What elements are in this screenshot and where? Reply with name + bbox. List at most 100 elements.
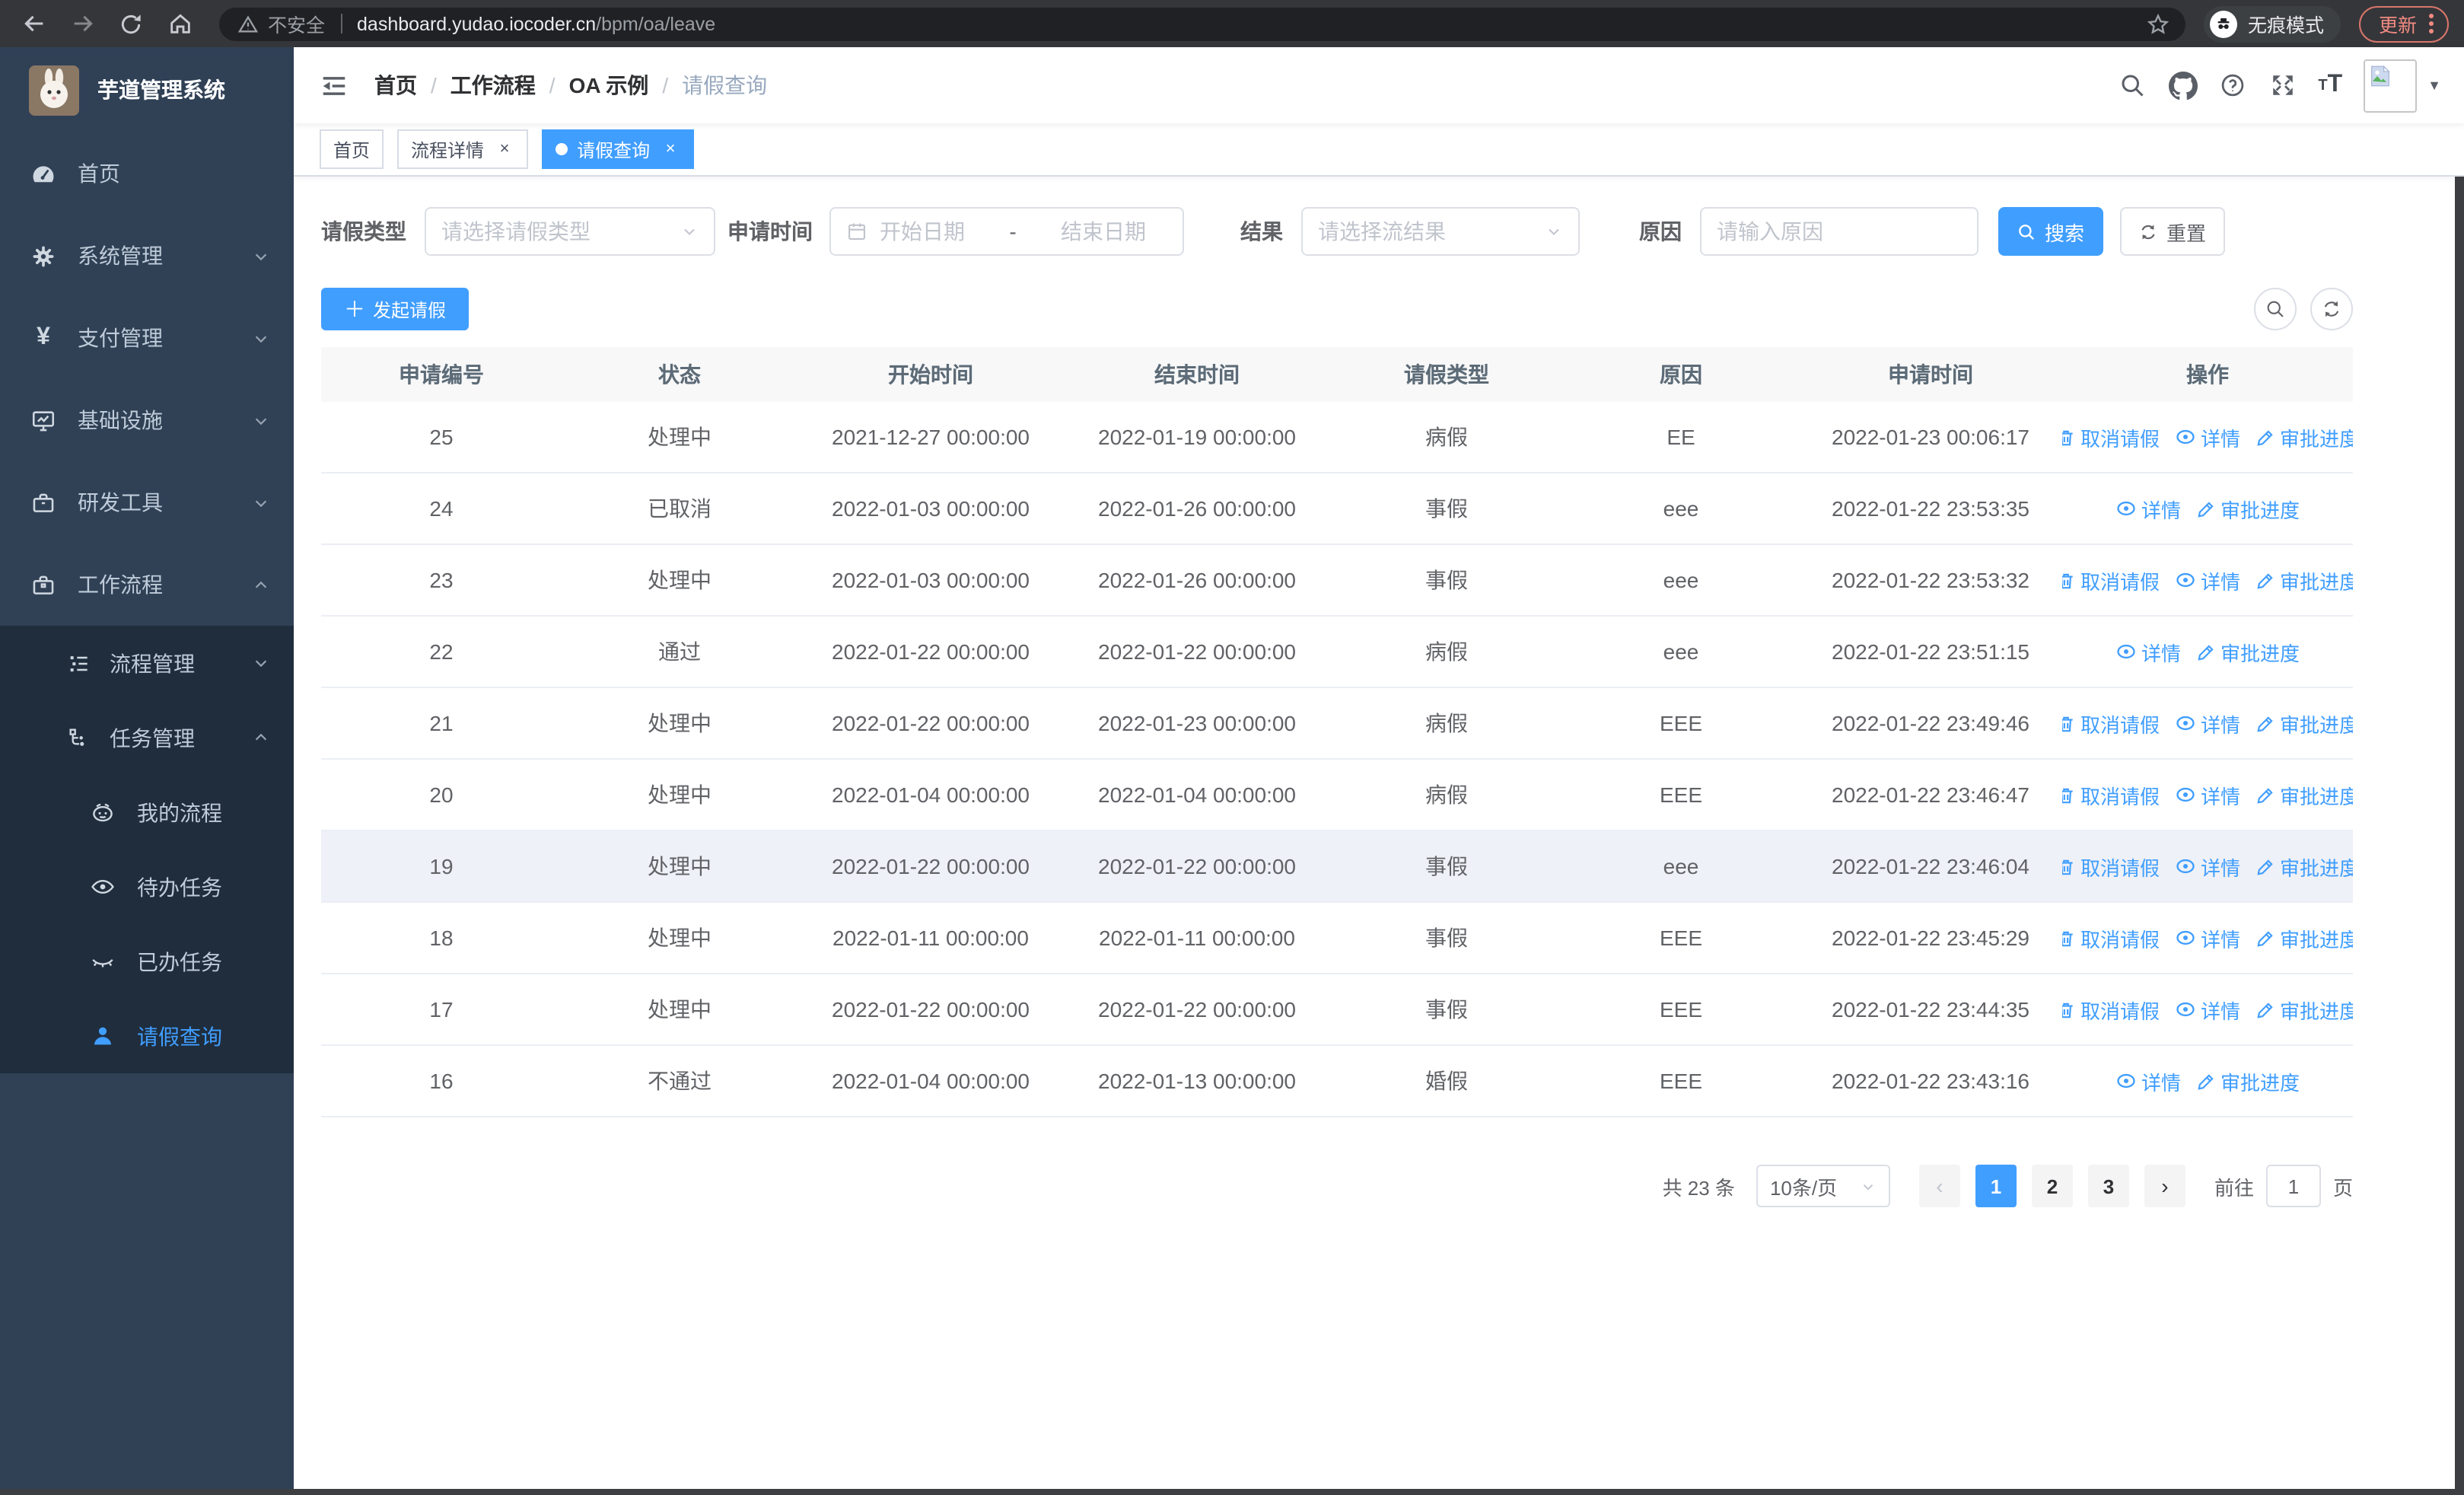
avatar-caret-icon[interactable]: ▼ [2427,78,2441,93]
col-header-status: 状态 [658,362,701,387]
progress-link[interactable]: 审批进度 [2255,780,2353,809]
chevron-down-icon [1860,1178,1877,1194]
view-icon [2175,784,2196,805]
delete-icon [2062,928,2076,948]
browser-back-icon[interactable] [18,8,49,39]
browser-menu-icon[interactable] [2429,14,2434,33]
cancel-leave-link[interactable]: 取消请假 [2062,923,2160,952]
page-button-2[interactable]: 2 [2031,1165,2073,1207]
result-select[interactable]: 请选择流结果 [1301,207,1580,256]
sidebar-item-devtools[interactable]: 研发工具 [0,461,294,543]
browser-home-icon[interactable] [164,8,195,39]
table-cell: 2022-01-03 00:00:00 [832,496,1030,521]
table-cell: 2022-01-22 00:00:00 [832,639,1030,664]
goto-page-input[interactable] [2265,1165,2321,1207]
browser-forward-icon[interactable] [67,8,97,39]
detail-link[interactable]: 详情 [2175,995,2240,1024]
progress-link[interactable]: 审批进度 [2255,995,2353,1024]
progress-link[interactable]: 审批进度 [2196,494,2300,523]
breadcrumb-workflow[interactable]: 工作流程 [450,70,536,100]
bookmark-star-icon[interactable] [2146,11,2170,36]
cancel-leave-link[interactable]: 取消请假 [2062,709,2160,738]
progress-link[interactable]: 审批进度 [2255,566,2353,594]
breadcrumb-home[interactable]: 首页 [374,70,417,100]
sidebar-collapse-icon[interactable] [320,70,350,100]
table-cell: 2022-01-22 23:51:15 [1832,639,2029,664]
sidebar-item-payment[interactable]: ¥ 支付管理 [0,297,294,379]
progress-link[interactable]: 审批进度 [2255,422,2353,451]
cancel-leave-link[interactable]: 取消请假 [2062,566,2160,594]
page-button-1[interactable]: 1 [1975,1165,2017,1207]
detail-link[interactable]: 详情 [2175,709,2240,738]
tab-home[interactable]: 首页 [320,129,384,169]
cancel-leave-link[interactable]: 取消请假 [2062,780,2160,809]
security-warning-icon[interactable] [237,13,259,34]
github-icon[interactable] [2167,70,2198,100]
app-title: 芋道管理系统 [97,78,225,102]
progress-link[interactable]: 审批进度 [2255,923,2353,952]
table-cell: 2022-01-22 00:00:00 [832,854,1030,878]
update-label[interactable]: 更新 [2379,9,2417,38]
avatar[interactable] [2364,59,2418,112]
progress-link[interactable]: 审批进度 [2255,709,2353,738]
header-search-icon[interactable] [2117,70,2147,100]
cancel-leave-link[interactable]: 取消请假 [2062,852,2160,881]
detail-link[interactable]: 详情 [2175,852,2240,881]
app-logo-row[interactable]: 芋道管理系统 [0,47,294,132]
table-cell: 16 [429,1069,454,1093]
cancel-leave-link[interactable]: 取消请假 [2062,422,2160,451]
address-bar[interactable]: 不安全 dashboard.yudao.iocoder.cn/bpm/oa/le… [219,7,2185,40]
table-cell: 22 [429,639,454,664]
chevron-down-icon [253,330,269,346]
table-cell: 21 [429,711,454,735]
detail-link[interactable]: 详情 [2175,422,2240,451]
sidebar-item-process-management[interactable]: 流程管理 [0,626,294,700]
table-cell: 2022-01-04 00:00:00 [1098,783,1296,807]
sidebar-item-infrastructure[interactable]: 基础设施 [0,379,294,461]
help-icon[interactable] [2217,70,2248,100]
sidebar-item-leave-query[interactable]: 请假查询 [0,999,294,1073]
detail-link[interactable]: 详情 [2115,494,2181,523]
close-icon[interactable]: × [661,139,680,159]
sidebar-item-todo-tasks[interactable]: 待办任务 [0,850,294,924]
sidebar-item-workflow[interactable]: 工作流程 [0,543,294,626]
browser-update-button[interactable]: 更新 [2358,5,2449,42]
close-icon[interactable]: × [495,139,514,159]
sidebar-item-task-management[interactable]: 任务管理 [0,700,294,775]
create-leave-button[interactable]: ＋ 发起请假 [321,288,470,330]
detail-link[interactable]: 详情 [2175,780,2240,809]
detail-link[interactable]: 详情 [2115,637,2181,666]
hide-search-icon-button[interactable] [2254,288,2297,330]
page-button-3[interactable]: 3 [2087,1165,2129,1207]
sidebar-item-my-processes[interactable]: 我的流程 [0,775,294,850]
apply-time-range-picker[interactable]: 开始日期 - 结束日期 [829,207,1184,256]
fullscreen-icon[interactable] [2268,70,2298,100]
detail-link[interactable]: 详情 [2175,923,2240,952]
table-cell: 23 [429,568,454,592]
tab-leave-query[interactable]: 请假查询 × [542,129,695,169]
cancel-leave-link[interactable]: 取消请假 [2062,995,2160,1024]
next-page-button[interactable]: › [2144,1165,2185,1207]
search-button[interactable]: 搜索 [1998,207,2103,256]
refresh-table-button[interactable] [2310,288,2353,330]
detail-link[interactable]: 详情 [2175,566,2240,594]
sidebar-item-system[interactable]: 系统管理 [0,215,294,297]
sidebar-item-home[interactable]: 首页 [0,132,294,215]
sidebar-item-done-tasks[interactable]: 已办任务 [0,924,294,999]
reason-input[interactable] [1700,207,1979,256]
leave-type-select[interactable]: 请选择请假类型 [425,207,715,256]
prev-page-button[interactable]: ‹ [1918,1165,1960,1207]
progress-link[interactable]: 审批进度 [2196,637,2300,666]
page-size-select[interactable]: 10条/页 [1756,1165,1890,1207]
eye-open-icon [90,874,116,900]
breadcrumb-oa-example[interactable]: OA 示例 [569,70,649,100]
detail-link[interactable]: 详情 [2115,1066,2181,1095]
tab-process-detail[interactable]: 流程详情 × [397,129,529,169]
reset-button[interactable]: 重置 [2120,207,2225,256]
browser-reload-icon[interactable] [116,8,146,39]
font-size-icon[interactable]: TT [2318,70,2342,100]
view-icon [2175,426,2196,448]
progress-link[interactable]: 审批进度 [2196,1066,2300,1095]
progress-link[interactable]: 审批进度 [2255,852,2353,881]
security-label[interactable]: 不安全 [268,9,325,38]
